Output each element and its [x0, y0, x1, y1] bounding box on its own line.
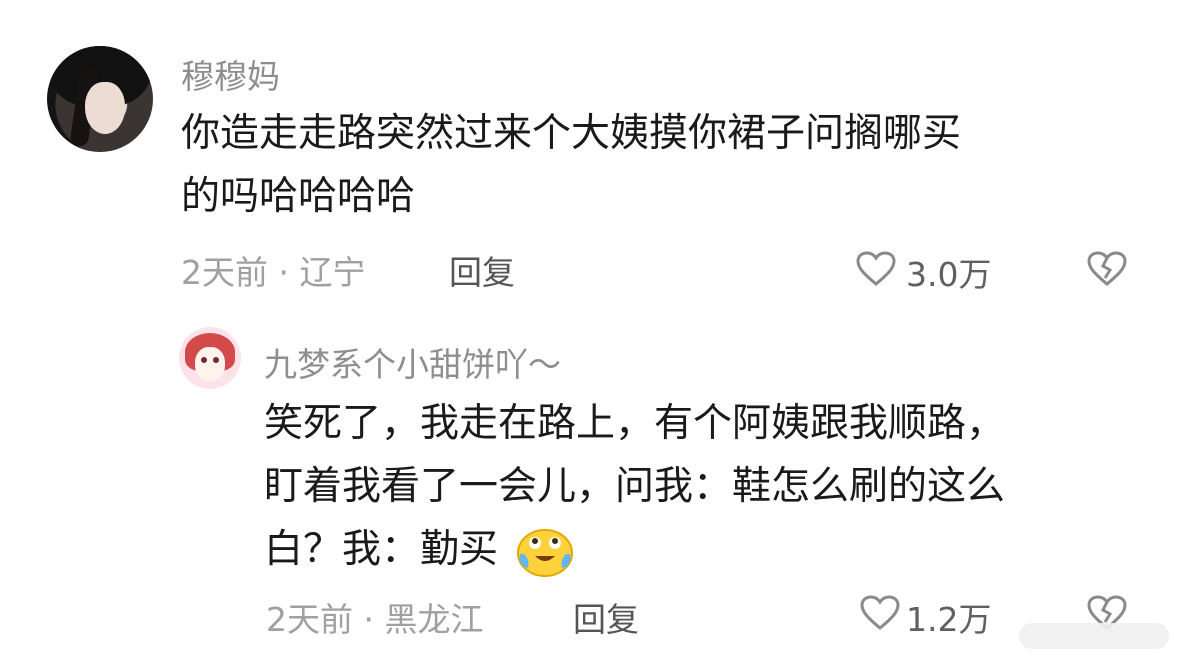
broken-heart-icon: [1087, 251, 1127, 286]
avatar[interactable]: [179, 327, 241, 389]
sub-reply-button[interactable]: 回复: [573, 593, 639, 641]
comment-content: 你造走走路突然过来个大姨摸你裙子问搁哪买 的吗哈哈哈哈: [181, 102, 1131, 228]
sub-comment-content-line: 盯着我看了一会儿，问我：鞋怎么刷的这么: [264, 464, 1006, 509]
like-button[interactable]: [856, 251, 896, 287]
sub-comment-content-text: 白？我：勤买: [264, 527, 499, 572]
comment-content-line: 你造走走路突然过来个大姨摸你裙子问搁哪买: [181, 111, 962, 156]
watermark-overlay: [1019, 623, 1169, 649]
heart-outline-icon: [860, 595, 900, 630]
comment-username[interactable]: 穆穆妈: [181, 50, 280, 98]
avatar[interactable]: [47, 46, 153, 152]
like-count: 3.0万: [906, 255, 992, 294]
sub-comment-username[interactable]: 九梦系个小甜饼吖～: [264, 338, 561, 386]
sub-comment-content-line: 笑死了，我走在路上，有个阿姨跟我顺路，: [264, 401, 1006, 446]
comment-content-line: 的吗哈哈哈哈: [181, 174, 416, 219]
sub-comment-content-line: 白？我：勤买: [264, 518, 1144, 581]
sub-like-count: 1.2万: [906, 600, 992, 639]
sub-comment-time-location: 2天前 · 黑龙江: [266, 600, 484, 639]
sub-like-button[interactable]: [860, 595, 900, 631]
comment-time-location: 2天前 · 辽宁: [181, 253, 366, 292]
dislike-button[interactable]: [1087, 251, 1127, 287]
sub-comment-content: 笑死了，我走在路上，有个阿姨跟我顺路， 盯着我看了一会儿，问我：鞋怎么刷的这么 …: [264, 392, 1144, 581]
heart-outline-icon: [856, 251, 896, 286]
reply-button[interactable]: 回复: [449, 246, 515, 294]
crying-laughing-emoji-icon: [516, 526, 574, 578]
